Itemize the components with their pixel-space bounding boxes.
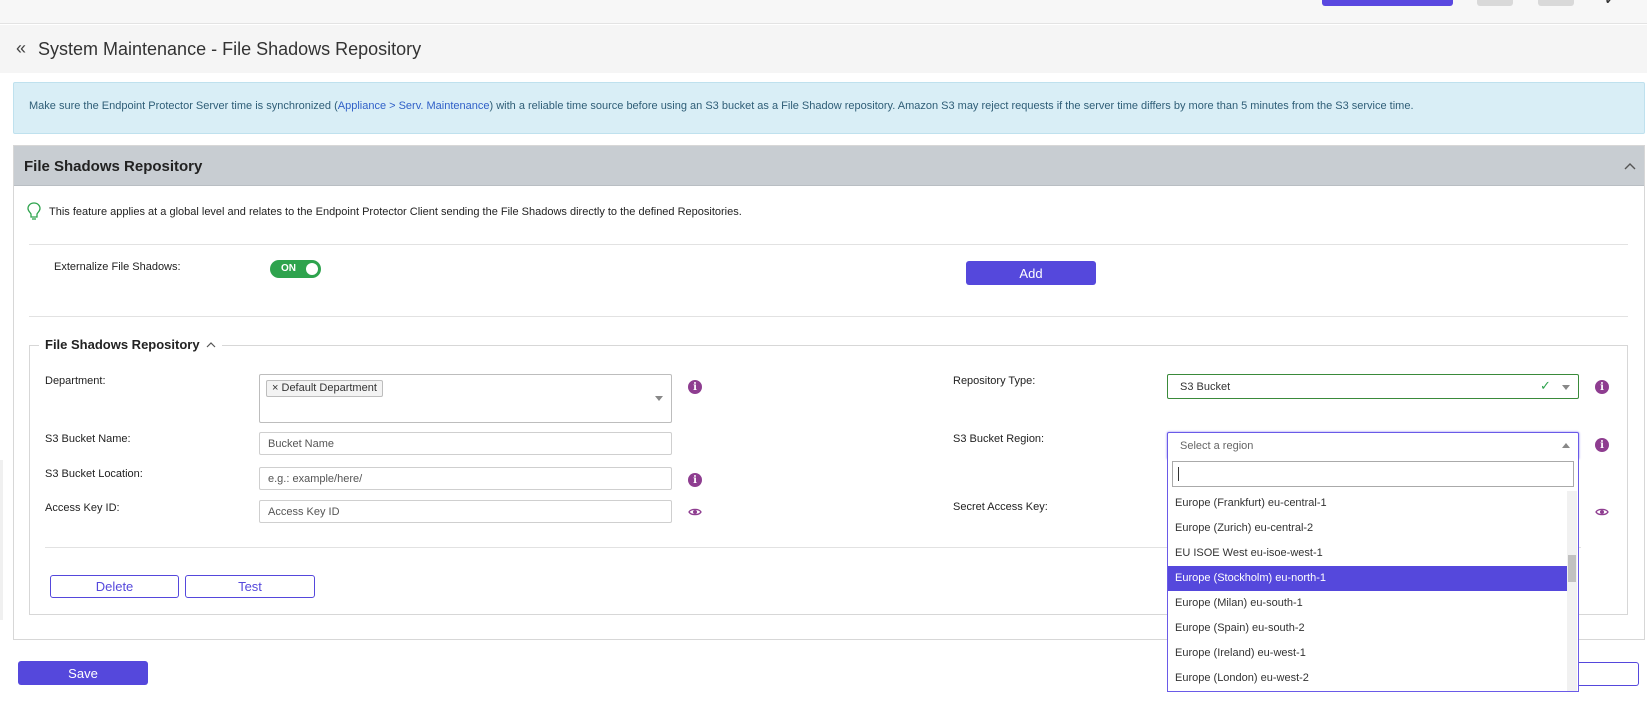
tag-remove-icon[interactable]: × — [272, 382, 278, 394]
banner-text: Make sure the Endpoint Protector Server … — [29, 100, 338, 112]
divider — [29, 316, 1628, 317]
department-multiselect[interactable]: × Default Department — [259, 374, 672, 423]
access-key-label: Access Key ID: — [45, 502, 120, 514]
info-icon[interactable]: i — [1595, 380, 1609, 394]
feature-description: This feature applies at a global level a… — [49, 206, 742, 218]
department-label: Department: — [45, 375, 106, 387]
bucket-location-input[interactable]: e.g.: example/here/ — [259, 467, 672, 490]
panel-header[interactable]: File Shadows Repository — [14, 146, 1644, 186]
toggle-text: ON — [281, 263, 296, 274]
panel-title: File Shadows Repository — [24, 158, 203, 175]
lightbulb-icon — [27, 202, 41, 220]
tag-label: Default Department — [281, 382, 377, 394]
divider — [29, 244, 1628, 245]
banner-text: ) with a reliable time source before usi… — [489, 100, 1414, 112]
chevron-down-icon[interactable] — [655, 396, 663, 401]
region-option[interactable]: Europe (Zurich) eu-central-2 — [1168, 516, 1568, 541]
repository-legend[interactable]: File Shadows Repository — [39, 337, 223, 352]
dropdown-scrollbar[interactable] — [1567, 491, 1577, 691]
department-tag: × Default Department — [266, 380, 383, 397]
page-header: « System Maintenance - File Shadows Repo… — [0, 25, 1647, 73]
externalize-toggle[interactable]: ON — [270, 260, 321, 278]
repo-type-value: S3 Bucket — [1180, 381, 1231, 393]
info-icon[interactable]: i — [1595, 438, 1609, 452]
top-primary-button[interactable] — [1322, 0, 1453, 6]
eye-icon[interactable] — [688, 507, 702, 517]
top-navbar: ✔ — [0, 0, 1647, 24]
maintenance-link[interactable]: Appliance > Serv. Maintenance — [338, 100, 490, 112]
text-cursor — [1178, 467, 1179, 481]
top-icon-button[interactable] — [1477, 0, 1513, 6]
info-banner: Make sure the Endpoint Protector Server … — [13, 82, 1645, 134]
region-option[interactable]: Europe (Stockholm) eu-north-1 — [1168, 566, 1568, 591]
bucket-location-label: S3 Bucket Location: — [45, 468, 143, 480]
chevron-down-icon[interactable] — [1562, 385, 1570, 390]
checkmark-icon: ✓ — [1540, 378, 1551, 393]
secret-key-label: Secret Access Key: — [953, 501, 1048, 513]
save-button[interactable]: Save — [18, 661, 148, 685]
region-option[interactable]: Europe (Frankfurt) eu-central-1 — [1168, 491, 1568, 516]
region-option[interactable]: Europe (Spain) eu-south-2 — [1168, 616, 1568, 641]
top-icon-button[interactable] — [1538, 0, 1574, 6]
bucket-name-label: S3 Bucket Name: — [45, 433, 131, 445]
add-button[interactable]: Add — [966, 261, 1096, 285]
region-option[interactable]: Europe (Ireland) eu-west-1 — [1168, 641, 1568, 666]
left-edge — [0, 460, 3, 620]
region-placeholder: Select a region — [1180, 440, 1254, 452]
info-icon[interactable]: i — [688, 380, 702, 394]
repo-type-label: Repository Type: — [953, 375, 1036, 387]
chevron-up-icon[interactable] — [1624, 160, 1636, 172]
access-key-input[interactable]: Access Key ID — [259, 500, 672, 523]
repo-type-select[interactable]: S3 Bucket — [1167, 374, 1579, 399]
region-option[interactable]: EU ISOE West eu-isoe-west-1 — [1168, 541, 1568, 566]
user-menu-chevron-icon[interactable]: ✔ — [1605, 0, 1614, 7]
region-label: S3 Bucket Region: — [953, 433, 1045, 445]
chevron-up-icon[interactable] — [206, 341, 216, 349]
bucket-name-input[interactable]: Bucket Name — [259, 432, 672, 455]
region-option[interactable]: Europe (London) eu-west-2 — [1168, 666, 1568, 691]
info-icon[interactable]: i — [688, 473, 702, 487]
delete-button[interactable]: Delete — [50, 575, 179, 598]
chevron-up-icon[interactable] — [1562, 443, 1570, 448]
region-search-input[interactable] — [1172, 461, 1574, 487]
scrollbar-thumb[interactable] — [1568, 555, 1576, 582]
region-option[interactable]: Europe (Milan) eu-south-1 — [1168, 591, 1568, 616]
page-title: System Maintenance - File Shadows Reposi… — [38, 39, 422, 59]
double-chevron-left-icon[interactable]: « — [16, 39, 26, 57]
legend-title: File Shadows Repository — [45, 337, 200, 352]
region-select[interactable]: Select a region — [1167, 432, 1579, 459]
region-dropdown: Europe (Frankfurt) eu-central-1 Europe (Z… — [1167, 458, 1579, 692]
externalize-label: Externalize File Shadows: — [54, 261, 181, 273]
region-options-list: Europe (Frankfurt) eu-central-1 Europe (Z… — [1168, 491, 1580, 691]
toggle-knob — [306, 263, 318, 275]
eye-icon[interactable] — [1595, 507, 1609, 517]
test-button[interactable]: Test — [185, 575, 315, 598]
